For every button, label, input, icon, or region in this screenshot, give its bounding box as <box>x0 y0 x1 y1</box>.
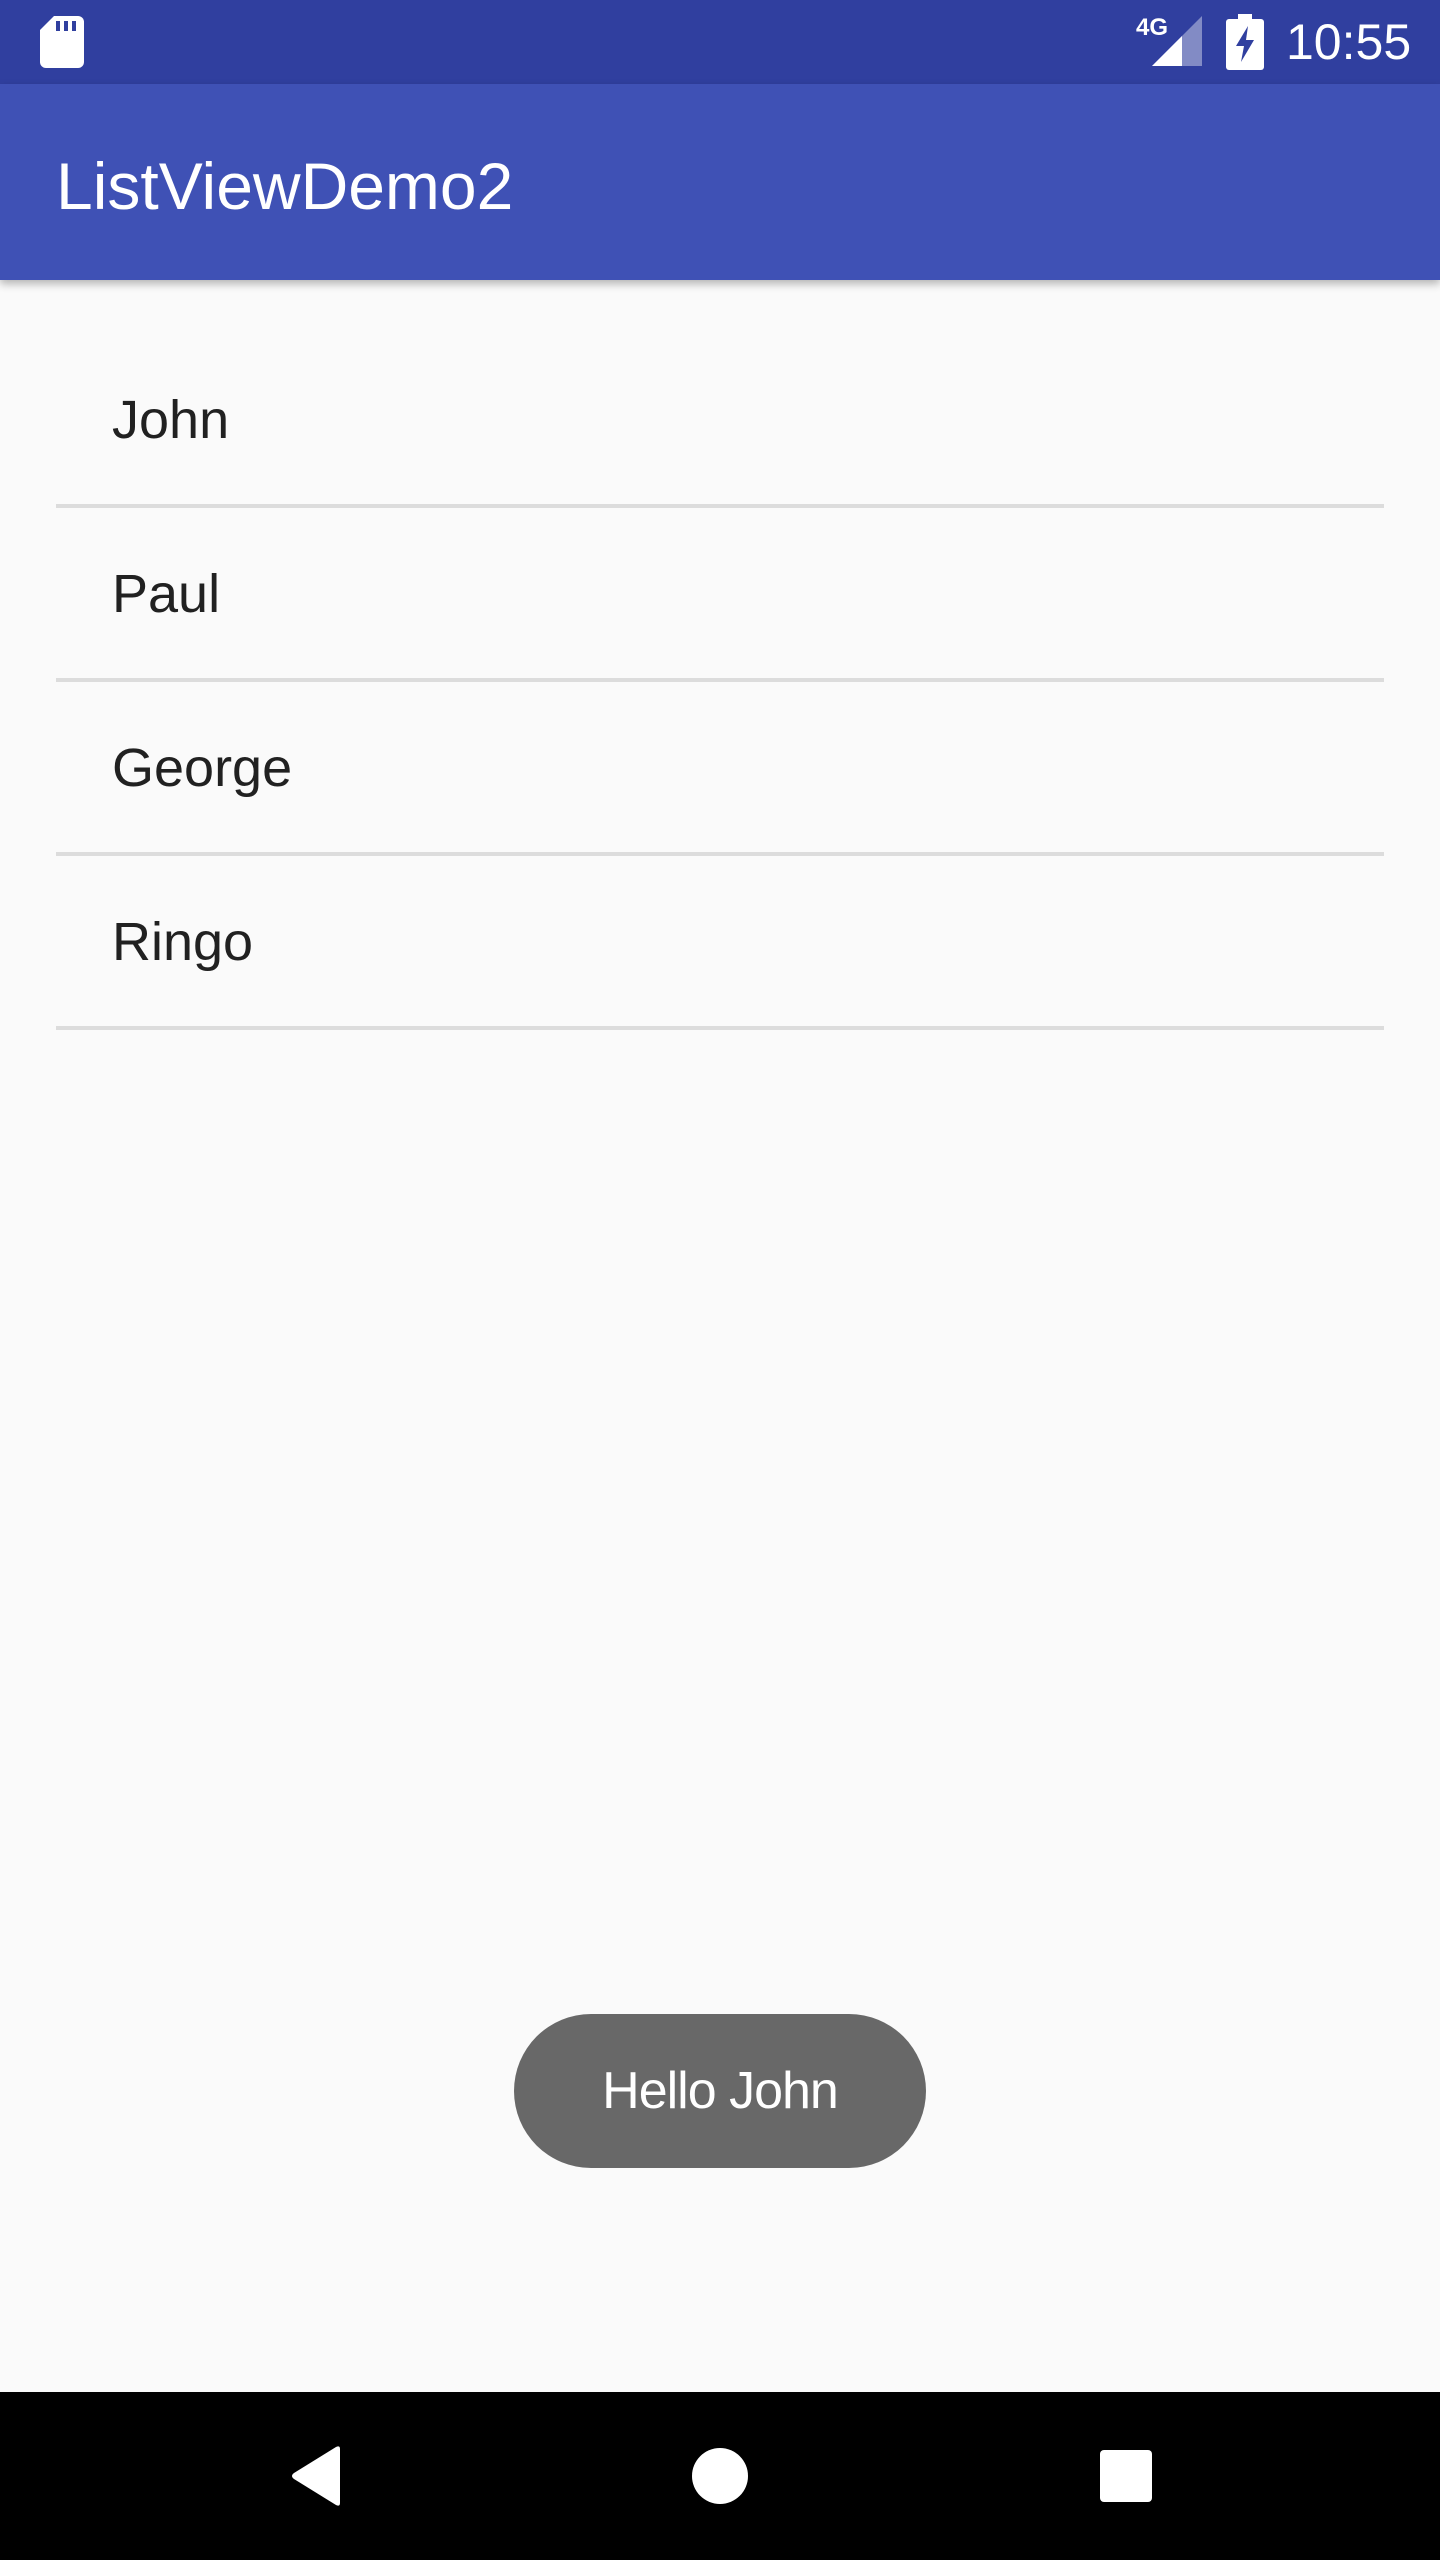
list-item-label: John <box>112 390 230 450</box>
list-item-label: Ringo <box>112 912 254 972</box>
home-button[interactable] <box>676 2432 764 2520</box>
toast-message: Hello John <box>602 2062 839 2120</box>
home-icon <box>692 2448 748 2504</box>
list-item-paul[interactable]: Paul <box>56 508 1384 682</box>
list-item-label: George <box>112 738 293 798</box>
battery-charging-icon <box>1226 14 1264 70</box>
sd-card-icon <box>40 16 84 68</box>
app-title: ListViewDemo2 <box>56 149 514 223</box>
recents-button[interactable] <box>1082 2432 1170 2520</box>
list-item-george[interactable]: George <box>56 682 1384 856</box>
list-item-john[interactable]: John <box>56 334 1384 508</box>
toast: Hello John <box>514 2014 926 2168</box>
signal-icon <box>1152 16 1202 66</box>
list-view[interactable]: John Paul George Ringo <box>56 334 1384 1030</box>
recents-icon <box>1100 2450 1152 2502</box>
clock: 10:55 <box>1286 14 1412 70</box>
back-button[interactable] <box>272 2432 360 2520</box>
back-icon <box>292 2446 340 2506</box>
status-bar: 4G 10:55 <box>0 0 1440 84</box>
app-bar: ListViewDemo2 <box>0 84 1440 280</box>
navigation-bar <box>0 2392 1440 2560</box>
list-item-ringo[interactable]: Ringo <box>56 856 1384 1030</box>
list-item-label: Paul <box>112 564 221 624</box>
